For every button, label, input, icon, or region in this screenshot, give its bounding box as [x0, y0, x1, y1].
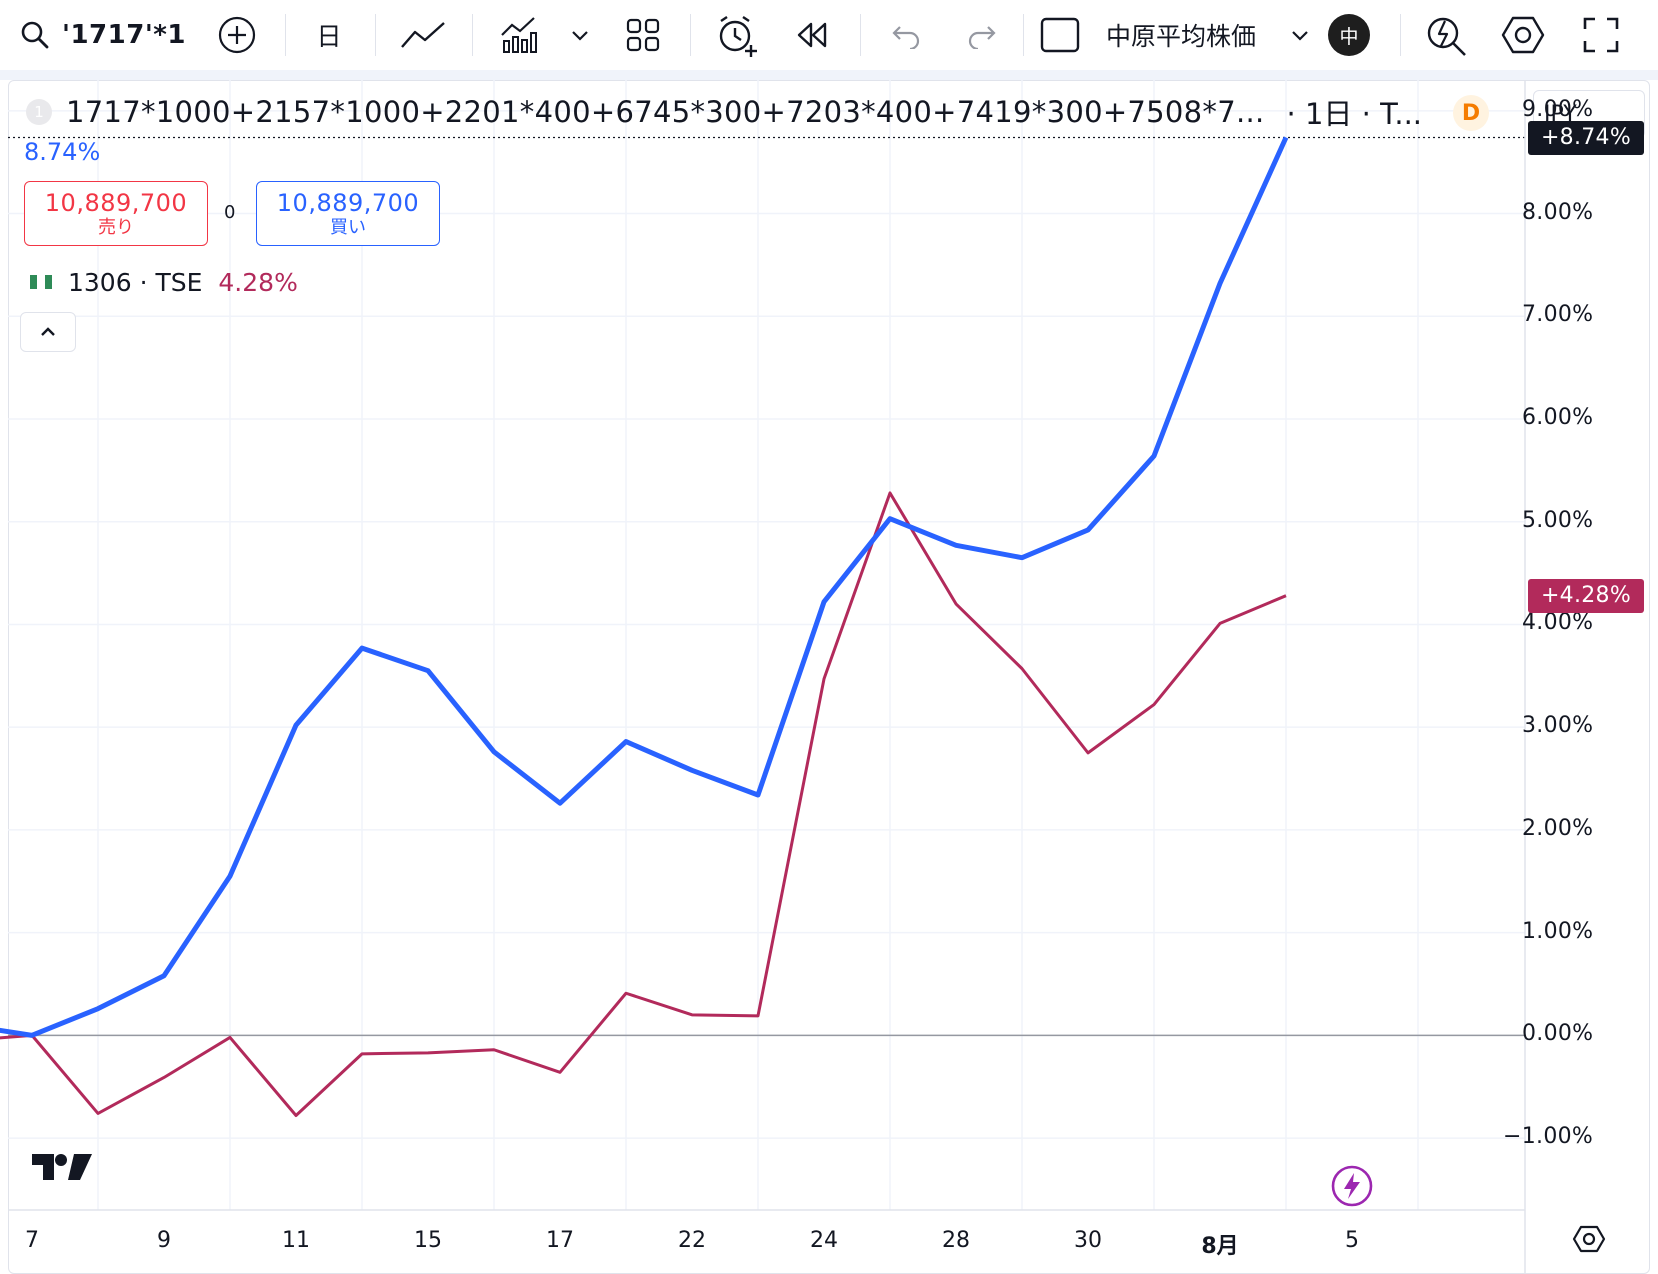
- y-tick-label: 8.00%: [1522, 199, 1594, 225]
- x-tick-label: 8月: [1201, 1234, 1239, 1259]
- x-tick-label: 5: [1345, 1228, 1359, 1253]
- y-tick-label: 5.00%: [1522, 507, 1594, 533]
- x-tick-label: 24: [810, 1228, 838, 1253]
- legend-series-title: 1717*1000+2157*1000+2201*400+6745*300+72…: [66, 95, 1265, 129]
- x-tick-label: 17: [546, 1228, 574, 1253]
- legend-series-number: 1: [26, 99, 52, 125]
- legend-main-series[interactable]: 1 1717*1000+2157*1000+2201*400+6745*300+…: [26, 92, 1422, 132]
- compare-last-value-badge: +4.28%: [1528, 578, 1644, 613]
- x-tick-label: 28: [942, 1228, 970, 1253]
- y-tick-label: 6.00%: [1522, 405, 1594, 430]
- legend-interval: · 1日 · T...: [1286, 97, 1423, 131]
- main-last-value-badge: +8.74%: [1528, 120, 1644, 155]
- buy-label: 買い: [330, 216, 366, 238]
- y-tick-label: 0.00%: [1522, 1021, 1594, 1047]
- grid: [8, 80, 1525, 1210]
- compare-change: 4.28%: [218, 267, 298, 297]
- x-tick-label: 9: [157, 1228, 171, 1253]
- y-tick-label: −1.00%: [1503, 1124, 1594, 1150]
- dividend-badge[interactable]: D: [1453, 95, 1489, 131]
- x-tick-label: 11: [282, 1228, 310, 1253]
- x-tick-label: 30: [1074, 1228, 1102, 1253]
- sell-price: 10,889,700: [44, 188, 188, 217]
- buy-price: 10,889,700: [276, 188, 420, 217]
- legend-main-change: 8.74%: [24, 138, 101, 166]
- compare-symbol: 1306 · TSE: [68, 267, 203, 297]
- x-tick-label: 15: [414, 1228, 442, 1253]
- series-line-compare[interactable]: [0, 491, 1287, 1117]
- tradingview-logo[interactable]: [30, 1150, 94, 1188]
- sell-button[interactable]: 10,889,700 売り: [24, 181, 208, 246]
- japan-flag-icon: [30, 275, 52, 289]
- y-tick-label: 9.00%: [1522, 96, 1594, 122]
- legend-compare-series[interactable]: 1306 · TSE 4.28%: [30, 264, 298, 300]
- y-tick-label: 1.00%: [1522, 918, 1594, 944]
- x-tick-label: 7: [25, 1228, 39, 1253]
- chevron-up-icon: [38, 323, 58, 342]
- y-tick-label: 4.00%: [1522, 610, 1594, 636]
- chart-canvas[interactable]: [0, 0, 1658, 1274]
- y-tick-label: 2.00%: [1522, 815, 1594, 841]
- settings-icon: [1572, 1225, 1606, 1258]
- buy-button[interactable]: 10,889,700 買い: [256, 181, 440, 246]
- lightning-icon[interactable]: [1330, 1164, 1374, 1212]
- spread-value: 0: [224, 202, 236, 223]
- scale-settings-button[interactable]: [1572, 1224, 1606, 1258]
- x-tick-label: 22: [678, 1228, 706, 1253]
- collapse-legend-button[interactable]: [20, 312, 76, 352]
- y-tick-label: 3.00%: [1522, 713, 1594, 739]
- y-tick-label: 7.00%: [1522, 302, 1594, 328]
- sell-label: 売り: [98, 216, 134, 238]
